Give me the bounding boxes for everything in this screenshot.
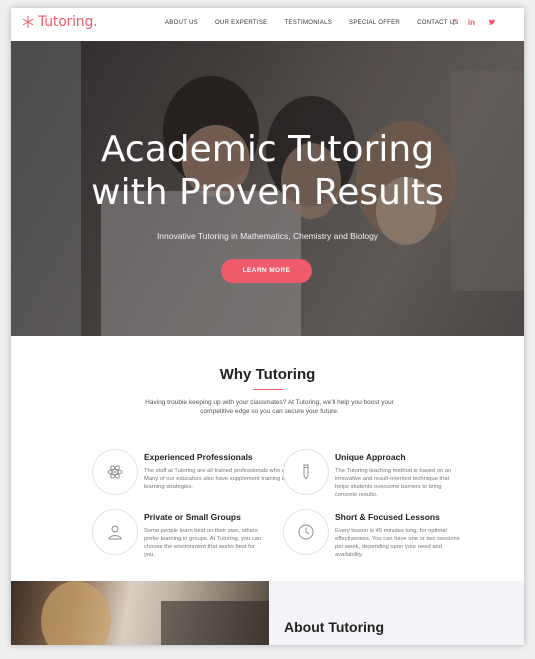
facebook-icon[interactable]: f [452, 18, 455, 28]
user-icon [92, 509, 138, 555]
hero-subtitle: Innovative Tutoring in Mathematics, Chem… [156, 231, 379, 241]
linkedin-icon[interactable]: in [468, 18, 475, 28]
learn-more-button[interactable]: LEARN MORE [221, 259, 312, 283]
hero-title-line-2: with Proven Results [91, 172, 444, 213]
atom-icon [92, 449, 138, 495]
social-links: f in [452, 18, 496, 28]
about-image [11, 581, 269, 645]
feature-title: Private or Small Groups [144, 512, 241, 522]
brand-name: Tutoring. [38, 14, 98, 30]
twitter-icon[interactable] [488, 18, 496, 28]
hero-title-line-1: Academic Tutoring [100, 129, 435, 170]
feature-text: Every lesson is 45 minutes long, for opt… [335, 528, 460, 558]
clock-icon [283, 509, 329, 555]
feature-short-focused-lessons: Short & Focused Lessons Every lesson is … [283, 509, 463, 559]
hero-title: Academic Tutoring with Proven Results [11, 128, 524, 214]
feature-title: Unique Approach [335, 452, 406, 462]
logo-atom-icon [21, 15, 35, 29]
why-intro-text: Having trouble keeping up with your clas… [145, 399, 394, 415]
nav-item-special-offer[interactable]: SPECIAL OFFER [349, 20, 400, 26]
main-nav: ABOUT US OUR EXPERTISE TESTIMONIALS SPEC… [165, 20, 459, 26]
feature-title: Short & Focused Lessons [335, 512, 440, 522]
title-divider [253, 389, 283, 390]
feature-private-or-small-groups: Private or Small Groups Some people lear… [92, 509, 264, 559]
feature-text: The Tutoring teaching method is based on… [335, 468, 452, 498]
nav-item-about-us[interactable]: ABOUT US [165, 20, 198, 26]
feature-text: Some people learn best on their own, oth… [144, 528, 262, 558]
feature-unique-approach: Unique Approach The Tutoring teaching me… [283, 449, 463, 499]
nav-item-testimonials[interactable]: TESTIMONIALS [284, 20, 332, 26]
nav-item-our-expertise[interactable]: OUR EXPERTISE [215, 20, 267, 26]
page-frame: Tutoring. ABOUT US OUR EXPERTISE TESTIMO… [11, 8, 524, 645]
about-panel [269, 581, 524, 645]
section-title-why-tutoring: Why Tutoring [219, 366, 316, 383]
header: Tutoring. ABOUT US OUR EXPERTISE TESTIMO… [11, 8, 524, 41]
logo[interactable]: Tutoring. [21, 14, 98, 30]
pencil-icon [283, 449, 329, 495]
about-title: About Tutoring [284, 619, 385, 635]
